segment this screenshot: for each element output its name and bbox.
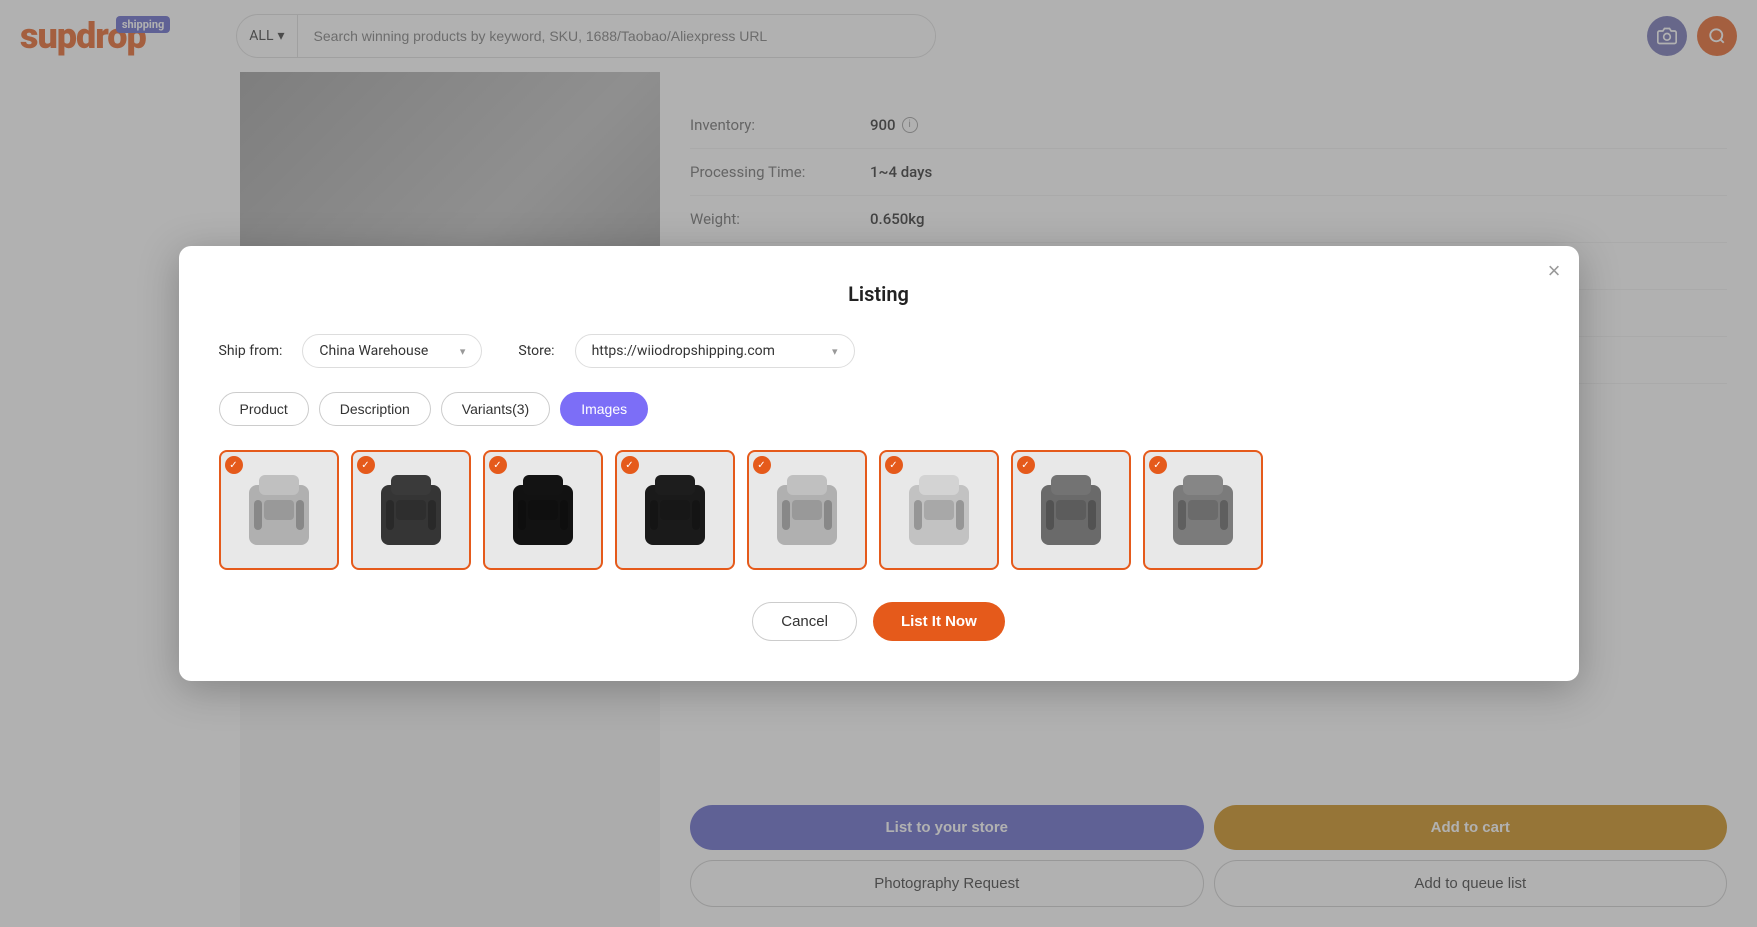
ship-from-label: Ship from: bbox=[219, 343, 283, 359]
image-thumb-5[interactable]: ✓ bbox=[747, 450, 867, 570]
ship-from-value: China Warehouse bbox=[319, 343, 428, 359]
store-chevron-icon: ▾ bbox=[832, 345, 838, 358]
tab-images[interactable]: Images bbox=[560, 392, 648, 426]
backpack-img-1 bbox=[239, 465, 319, 555]
modal-overlay: × Listing Ship from: China Warehouse ▾ S… bbox=[0, 0, 1757, 927]
list-it-now-button[interactable]: List It Now bbox=[873, 602, 1005, 641]
backpack-img-2 bbox=[371, 465, 451, 555]
image-check-6: ✓ bbox=[885, 456, 903, 474]
image-check-5: ✓ bbox=[753, 456, 771, 474]
modal-title: Listing bbox=[219, 282, 1539, 306]
image-thumb-7[interactable]: ✓ bbox=[1011, 450, 1131, 570]
image-check-7: ✓ bbox=[1017, 456, 1035, 474]
listing-modal: × Listing Ship from: China Warehouse ▾ S… bbox=[179, 246, 1579, 681]
backpack-img-8 bbox=[1163, 465, 1243, 555]
backpack-img-3 bbox=[503, 465, 583, 555]
backpack-img-7 bbox=[1031, 465, 1111, 555]
image-check-1: ✓ bbox=[225, 456, 243, 474]
backpack-img-6 bbox=[899, 465, 979, 555]
image-thumb-1[interactable]: ✓ bbox=[219, 450, 339, 570]
image-thumb-4[interactable]: ✓ bbox=[615, 450, 735, 570]
image-thumb-6[interactable]: ✓ bbox=[879, 450, 999, 570]
image-thumb-3[interactable]: ✓ bbox=[483, 450, 603, 570]
tab-description[interactable]: Description bbox=[319, 392, 431, 426]
cancel-button[interactable]: Cancel bbox=[752, 602, 857, 641]
backpack-img-4 bbox=[635, 465, 715, 555]
modal-fields: Ship from: China Warehouse ▾ Store: http… bbox=[219, 334, 1539, 368]
ship-from-chevron-icon: ▾ bbox=[460, 345, 466, 358]
image-check-3: ✓ bbox=[489, 456, 507, 474]
modal-tabs: Product Description Variants(3) Images bbox=[219, 392, 1539, 426]
images-grid: ✓ ✓ bbox=[219, 450, 1539, 570]
backpack-img-5 bbox=[767, 465, 847, 555]
store-value: https://wiiodropshipping.com bbox=[592, 343, 775, 359]
store-label: Store: bbox=[518, 343, 554, 359]
image-thumb-8[interactable]: ✓ bbox=[1143, 450, 1263, 570]
image-check-4: ✓ bbox=[621, 456, 639, 474]
ship-from-select[interactable]: China Warehouse ▾ bbox=[302, 334, 482, 368]
image-check-2: ✓ bbox=[357, 456, 375, 474]
store-select[interactable]: https://wiiodropshipping.com ▾ bbox=[575, 334, 855, 368]
image-thumb-2[interactable]: ✓ bbox=[351, 450, 471, 570]
modal-actions: Cancel List It Now bbox=[219, 602, 1539, 641]
modal-close-button[interactable]: × bbox=[1548, 260, 1561, 282]
tab-variants[interactable]: Variants(3) bbox=[441, 392, 550, 426]
tab-product[interactable]: Product bbox=[219, 392, 309, 426]
image-check-8: ✓ bbox=[1149, 456, 1167, 474]
